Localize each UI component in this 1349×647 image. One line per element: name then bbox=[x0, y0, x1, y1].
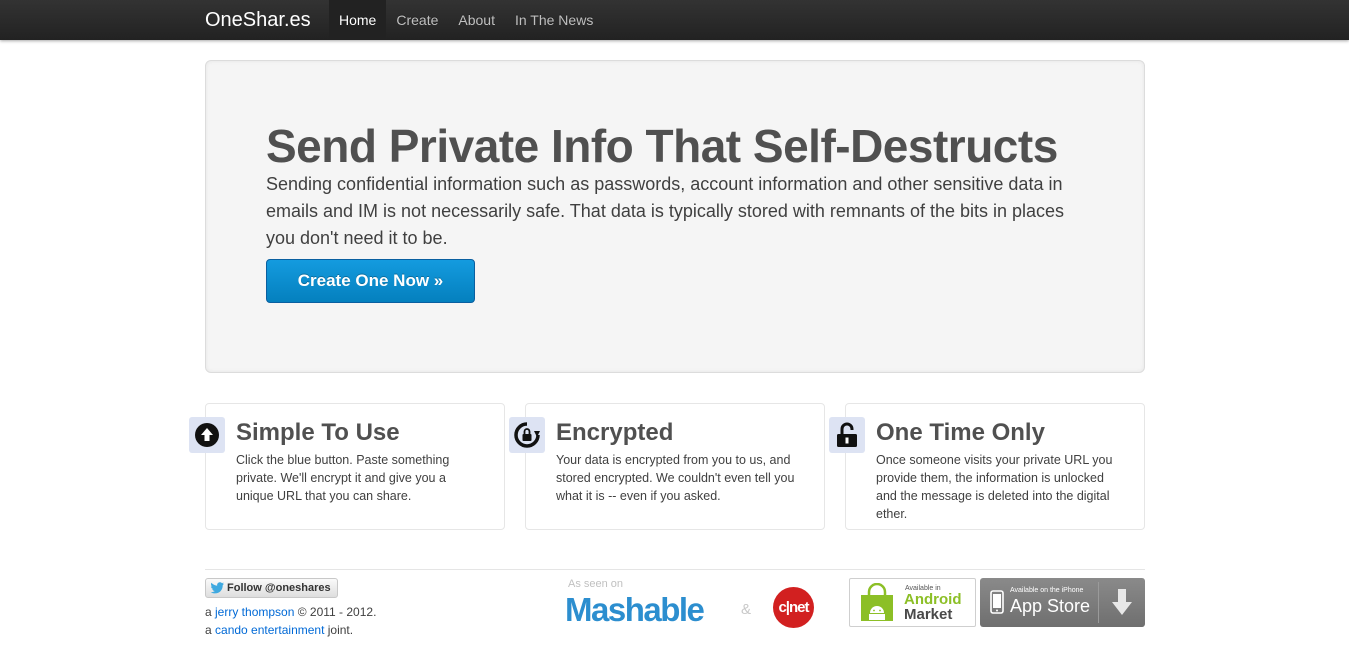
feature-title: Simple To Use bbox=[236, 419, 400, 446]
feature-text: Your data is encrypted from you to us, a… bbox=[556, 453, 795, 503]
feature-text: Click the blue button. Paste something p… bbox=[236, 453, 450, 503]
credit-company: a cando entertainment joint. bbox=[205, 623, 354, 637]
follow-label: Follow @oneshares bbox=[227, 582, 331, 594]
unlocked-padlock-icon bbox=[829, 417, 865, 453]
create-one-now-button[interactable]: Create One Now » bbox=[266, 259, 475, 303]
feature-title: One Time Only bbox=[876, 419, 1045, 446]
twitter-bird-icon bbox=[210, 582, 224, 594]
footer-divider bbox=[205, 569, 1145, 570]
app-store-badge[interactable]: Available on the iPhone App Store bbox=[980, 578, 1145, 627]
as-seen-on-label: As seen on bbox=[568, 578, 624, 590]
feature-text: Once someone visits your private URL you… bbox=[876, 453, 1113, 521]
top-navbar: OneShar.es Home Create About In The News bbox=[0, 0, 1349, 40]
nav-item-create[interactable]: Create bbox=[386, 0, 448, 40]
badge-separator bbox=[1098, 582, 1099, 623]
brand-logo[interactable]: OneShar.es bbox=[205, 8, 311, 32]
feature-simple-to-use: Simple To Use Click the blue button. Pas… bbox=[189, 403, 505, 530]
refresh-lock-icon bbox=[509, 417, 545, 453]
ampersand: & bbox=[741, 601, 752, 618]
main-nav: Home Create About In The News bbox=[329, 0, 603, 40]
jerry-thompson-link[interactable]: jerry thompson bbox=[215, 605, 294, 619]
android-bag-icon bbox=[861, 583, 893, 621]
feature-one-time-only: One Time Only Once someone visits your p… bbox=[829, 403, 1145, 530]
iphone-icon bbox=[990, 590, 1004, 614]
mashable-logo[interactable]: Mashable bbox=[565, 590, 705, 630]
feature-encrypted: Encrypted Your data is encrypted from yo… bbox=[509, 403, 825, 530]
nav-item-about[interactable]: About bbox=[448, 0, 505, 40]
twitter-follow-button[interactable]: Follow @oneshares bbox=[205, 578, 338, 598]
feature-title: Encrypted bbox=[556, 419, 674, 446]
hero-title: Send Private Info That Self-Destructs bbox=[266, 120, 1058, 172]
upload-arrow-icon bbox=[189, 417, 225, 453]
android-market-badge[interactable]: Available in Android Market bbox=[849, 578, 976, 627]
hero-description: Sending confidential information such as… bbox=[266, 174, 1065, 248]
download-arrow-icon bbox=[1112, 589, 1132, 615]
hero-unit: Send Private Info That Self-Destructs Se… bbox=[205, 60, 1145, 373]
credit-author: a jerry thompson © 2011 - 2012. bbox=[205, 605, 377, 619]
nav-item-home[interactable]: Home bbox=[329, 0, 387, 40]
cando-entertainment-link[interactable]: cando entertainment bbox=[215, 623, 324, 637]
cnet-logo[interactable]: c|net bbox=[773, 587, 814, 628]
nav-item-in-the-news[interactable]: In The News bbox=[505, 0, 603, 40]
